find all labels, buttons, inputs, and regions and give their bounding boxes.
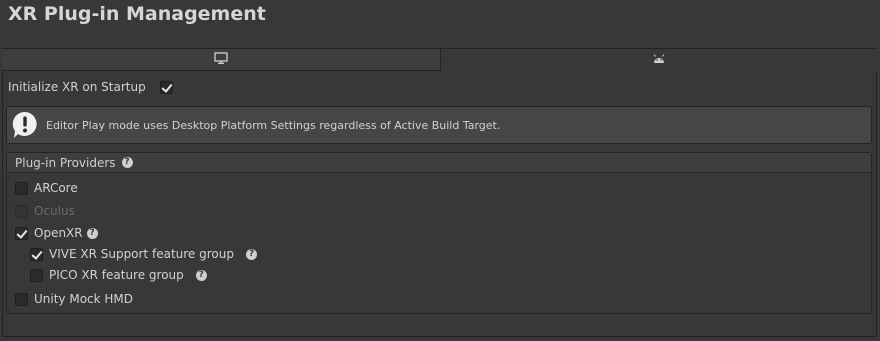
page-title: XR Plug-in Management: [8, 3, 266, 25]
provider-openxr[interactable]: OpenXR ?: [15, 224, 98, 242]
plugin-providers-header: Plug-in Providers ?: [7, 153, 871, 173]
provider-label: Oculus: [34, 204, 75, 218]
help-icon[interactable]: ?: [121, 157, 133, 168]
provider-checkbox[interactable]: [30, 247, 43, 261]
provider-checkbox: [15, 204, 28, 218]
provider-arcore[interactable]: ARCore: [15, 179, 78, 197]
help-icon[interactable]: ?: [195, 269, 207, 281]
provider-label: PICO XR feature group: [49, 268, 184, 282]
provider-label: ARCore: [34, 181, 78, 195]
provider-label: OpenXR: [34, 226, 83, 240]
plugin-providers-panel: Plug-in Providers ?: [6, 152, 872, 314]
info-box: Editor Play mode uses Desktop Platform S…: [6, 106, 872, 144]
tab-desktop[interactable]: [2, 49, 441, 71]
provider-vive-xr-support[interactable]: VIVE XR Support feature group ?: [30, 245, 257, 263]
provider-label: Unity Mock HMD: [34, 292, 134, 306]
monitor-icon: [214, 52, 228, 67]
info-icon: [12, 111, 38, 139]
provider-checkbox[interactable]: [15, 226, 28, 240]
android-icon: [652, 53, 666, 67]
initialize-xr-checkbox[interactable]: [160, 80, 173, 94]
platform-tabs: [2, 49, 877, 71]
initialize-xr-label: Initialize XR on Startup: [8, 80, 146, 94]
provider-unity-mock-hmd[interactable]: Unity Mock HMD: [15, 290, 133, 308]
help-icon[interactable]: ?: [86, 227, 98, 239]
provider-label: VIVE XR Support feature group: [49, 247, 234, 261]
plugin-providers-title: Plug-in Providers: [15, 155, 116, 170]
help-icon[interactable]: ?: [245, 248, 257, 260]
provider-pico-xr[interactable]: PICO XR feature group ?: [30, 266, 207, 284]
info-message: Editor Play mode uses Desktop Platform S…: [46, 118, 501, 132]
provider-checkbox[interactable]: [15, 292, 28, 306]
provider-checkbox[interactable]: [15, 181, 28, 195]
initialize-xr-row: Initialize XR on Startup: [8, 78, 173, 96]
tab-android[interactable]: [441, 49, 877, 71]
provider-oculus: Oculus: [15, 202, 75, 220]
provider-checkbox[interactable]: [30, 268, 43, 282]
